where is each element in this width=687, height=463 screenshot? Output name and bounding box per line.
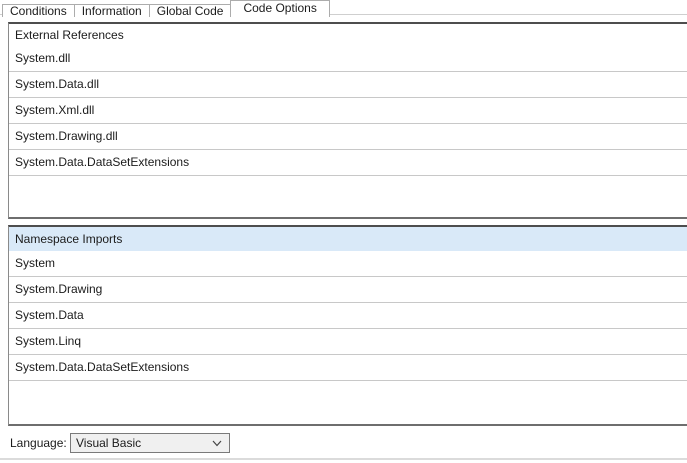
list-item[interactable]: System.Drawing.dll — [9, 124, 687, 150]
tab-information[interactable]: Information — [73, 4, 150, 17]
list-item[interactable]: System.Data.dll — [9, 72, 687, 98]
list-item[interactable]: System.Drawing — [9, 277, 687, 303]
language-selected-value: Visual Basic — [76, 436, 142, 450]
list-item[interactable]: System.Data.DataSetExtensions — [9, 150, 687, 176]
language-select[interactable]: Visual Basic — [70, 433, 230, 453]
tab-code-options[interactable]: Code Options — [230, 0, 330, 17]
list-item[interactable]: System.Linq — [9, 329, 687, 355]
external-references-list: External References System.dll System.Da… — [8, 22, 687, 219]
namespace-imports-list: Namespace Imports System System.Drawing … — [8, 225, 687, 426]
list-item[interactable]: System.Xml.dll — [9, 98, 687, 124]
language-label: Language: — [10, 436, 67, 450]
list-item[interactable]: System.dll — [9, 46, 687, 72]
tab-bar: Conditions Information Global Code Code … — [2, 0, 330, 17]
chevron-down-icon — [212, 440, 222, 447]
list-item[interactable]: System.Data — [9, 303, 687, 329]
external-references-header[interactable]: External References — [9, 24, 687, 46]
tab-conditions[interactable]: Conditions — [2, 4, 75, 17]
tab-global-code[interactable]: Global Code — [148, 4, 232, 17]
list-item[interactable]: System.Data.DataSetExtensions — [9, 355, 687, 381]
bottom-divider — [0, 458, 687, 460]
namespace-imports-header[interactable]: Namespace Imports — [9, 227, 687, 251]
list-item[interactable]: System — [9, 251, 687, 277]
